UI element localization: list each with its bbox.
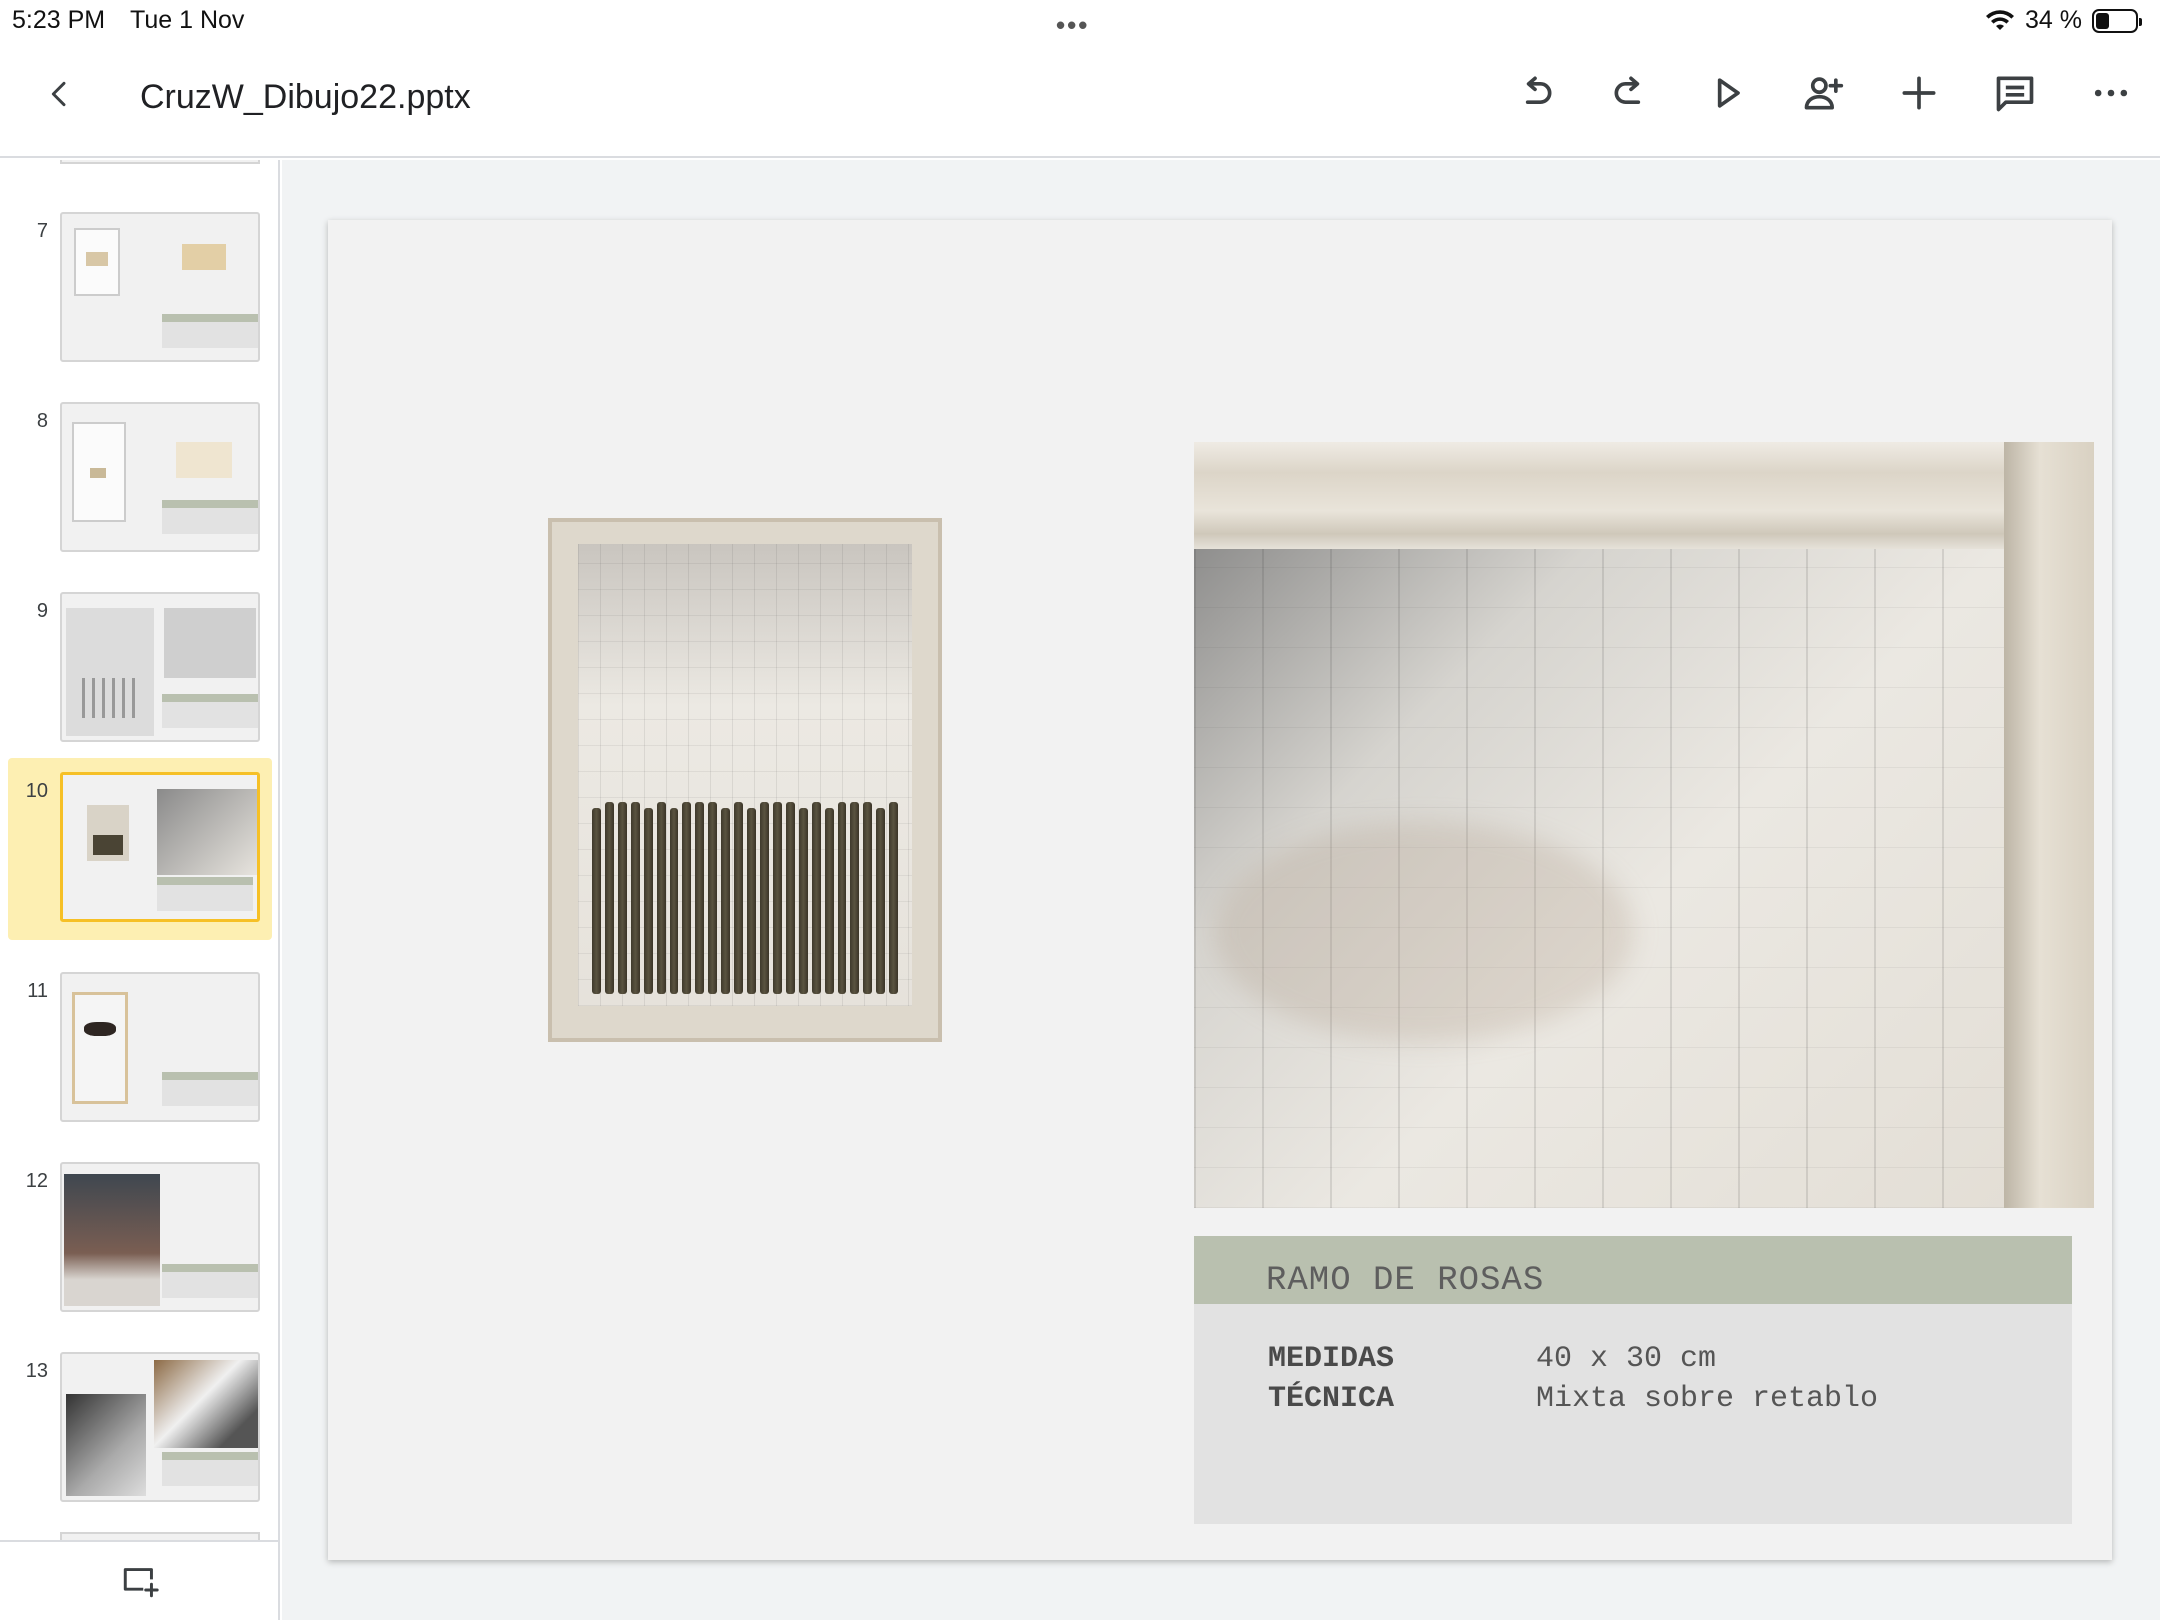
insert-button[interactable] <box>1890 64 1948 122</box>
artwork-title: RAMO DE ROSAS <box>1266 1262 1545 1300</box>
measurements-label: MEDIDAS <box>1268 1342 1395 1376</box>
play-icon <box>1717 78 1740 108</box>
slide-canvas[interactable]: RAMO DE ROSAS MEDIDAS 40 x 30 cm TÉCNICA… <box>282 160 2160 1620</box>
slide-preview <box>60 772 260 922</box>
undo-icon <box>1525 76 1552 104</box>
slide-preview <box>60 212 260 362</box>
back-icon <box>51 81 66 107</box>
document-title: CruzW_Dibujo22.pptx <box>140 78 471 116</box>
more-options-button[interactable] <box>2082 64 2140 122</box>
artwork-frame-edge <box>2004 442 2094 1208</box>
multitasking-dots[interactable]: ••• <box>1056 10 1089 41</box>
caption-title-band[interactable]: RAMO DE ROSAS <box>1194 1236 2072 1304</box>
slide-number: 9 <box>36 600 48 622</box>
slide-number: 7 <box>36 220 48 242</box>
battery-fill <box>2096 12 2109 29</box>
slide-thumbnail-10[interactable]: 10 <box>8 758 272 940</box>
undo-button[interactable] <box>1506 64 1564 122</box>
technique-value: Mixta sobre retablo <box>1536 1382 1879 1416</box>
battery-percent: 34 % <box>2025 6 2082 34</box>
slide-preview <box>60 1352 260 1502</box>
slide-number: 12 <box>25 1170 48 1192</box>
toolbar-actions <box>1506 64 2140 122</box>
status-time: 5:23 PM <box>12 6 106 34</box>
add-person-icon <box>1804 77 1844 110</box>
slide-thumbnail-13[interactable]: 13 <box>8 1338 272 1520</box>
slide-thumbnail-8[interactable]: 8 <box>8 388 272 570</box>
more-icon <box>2094 89 2128 97</box>
comments-button[interactable] <box>1986 64 2044 122</box>
slide-preview <box>60 592 260 742</box>
plus-icon <box>1902 76 1936 110</box>
artwork-panel <box>578 544 912 1006</box>
battery-icon <box>2092 8 2142 33</box>
status-bar: 5:23 PM Tue 1 Nov ••• 34 % <box>0 0 2160 40</box>
measurements-value: 40 x 30 cm <box>1536 1342 1717 1376</box>
slide-thumbnail-11[interactable]: 11 <box>8 958 272 1140</box>
slide-preview <box>60 402 260 552</box>
slide-preview <box>60 972 260 1122</box>
slide-thumbnail-panel[interactable]: 7 8 9 10 11 12 13 <box>0 160 280 1620</box>
previous-slide-thumbnail-edge <box>60 160 260 164</box>
artwork-texture <box>1214 822 1634 1042</box>
artwork-image-detail[interactable] <box>1194 442 2094 1208</box>
artwork-sticks <box>592 802 899 994</box>
slide-thumbnail-7[interactable]: 7 <box>8 198 272 380</box>
status-right: 34 % <box>1985 6 2142 35</box>
slide-thumbnail-9[interactable]: 9 <box>8 578 272 760</box>
slide-number: 13 <box>25 1360 48 1382</box>
artwork-image-small[interactable] <box>548 518 942 1042</box>
app-toolbar: CruzW_Dibujo22.pptx <box>0 40 2160 158</box>
wifi-icon <box>1986 9 2015 30</box>
caption-details[interactable]: MEDIDAS 40 x 30 cm TÉCNICA Mixta sobre r… <box>1194 1304 2072 1524</box>
current-slide[interactable]: RAMO DE ROSAS MEDIDAS 40 x 30 cm TÉCNICA… <box>328 220 2112 1560</box>
slide-number: 11 <box>27 980 48 1002</box>
status-date: Tue 1 Nov <box>130 6 245 34</box>
share-button[interactable] <box>1794 64 1852 122</box>
redo-button[interactable] <box>1602 64 1660 122</box>
redo-icon <box>1614 76 1641 104</box>
present-button[interactable] <box>1698 64 1756 122</box>
slide-preview <box>60 1162 260 1312</box>
comment-icon <box>1996 76 2034 112</box>
add-slide-icon <box>123 1568 159 1598</box>
slide-number: 10 <box>25 780 48 802</box>
slide-thumbnail-12[interactable]: 12 <box>8 1148 272 1330</box>
slide-number: 8 <box>36 410 48 432</box>
back-button[interactable] <box>36 70 84 118</box>
technique-label: TÉCNICA <box>1268 1382 1395 1416</box>
new-slide-button[interactable] <box>0 1540 278 1620</box>
